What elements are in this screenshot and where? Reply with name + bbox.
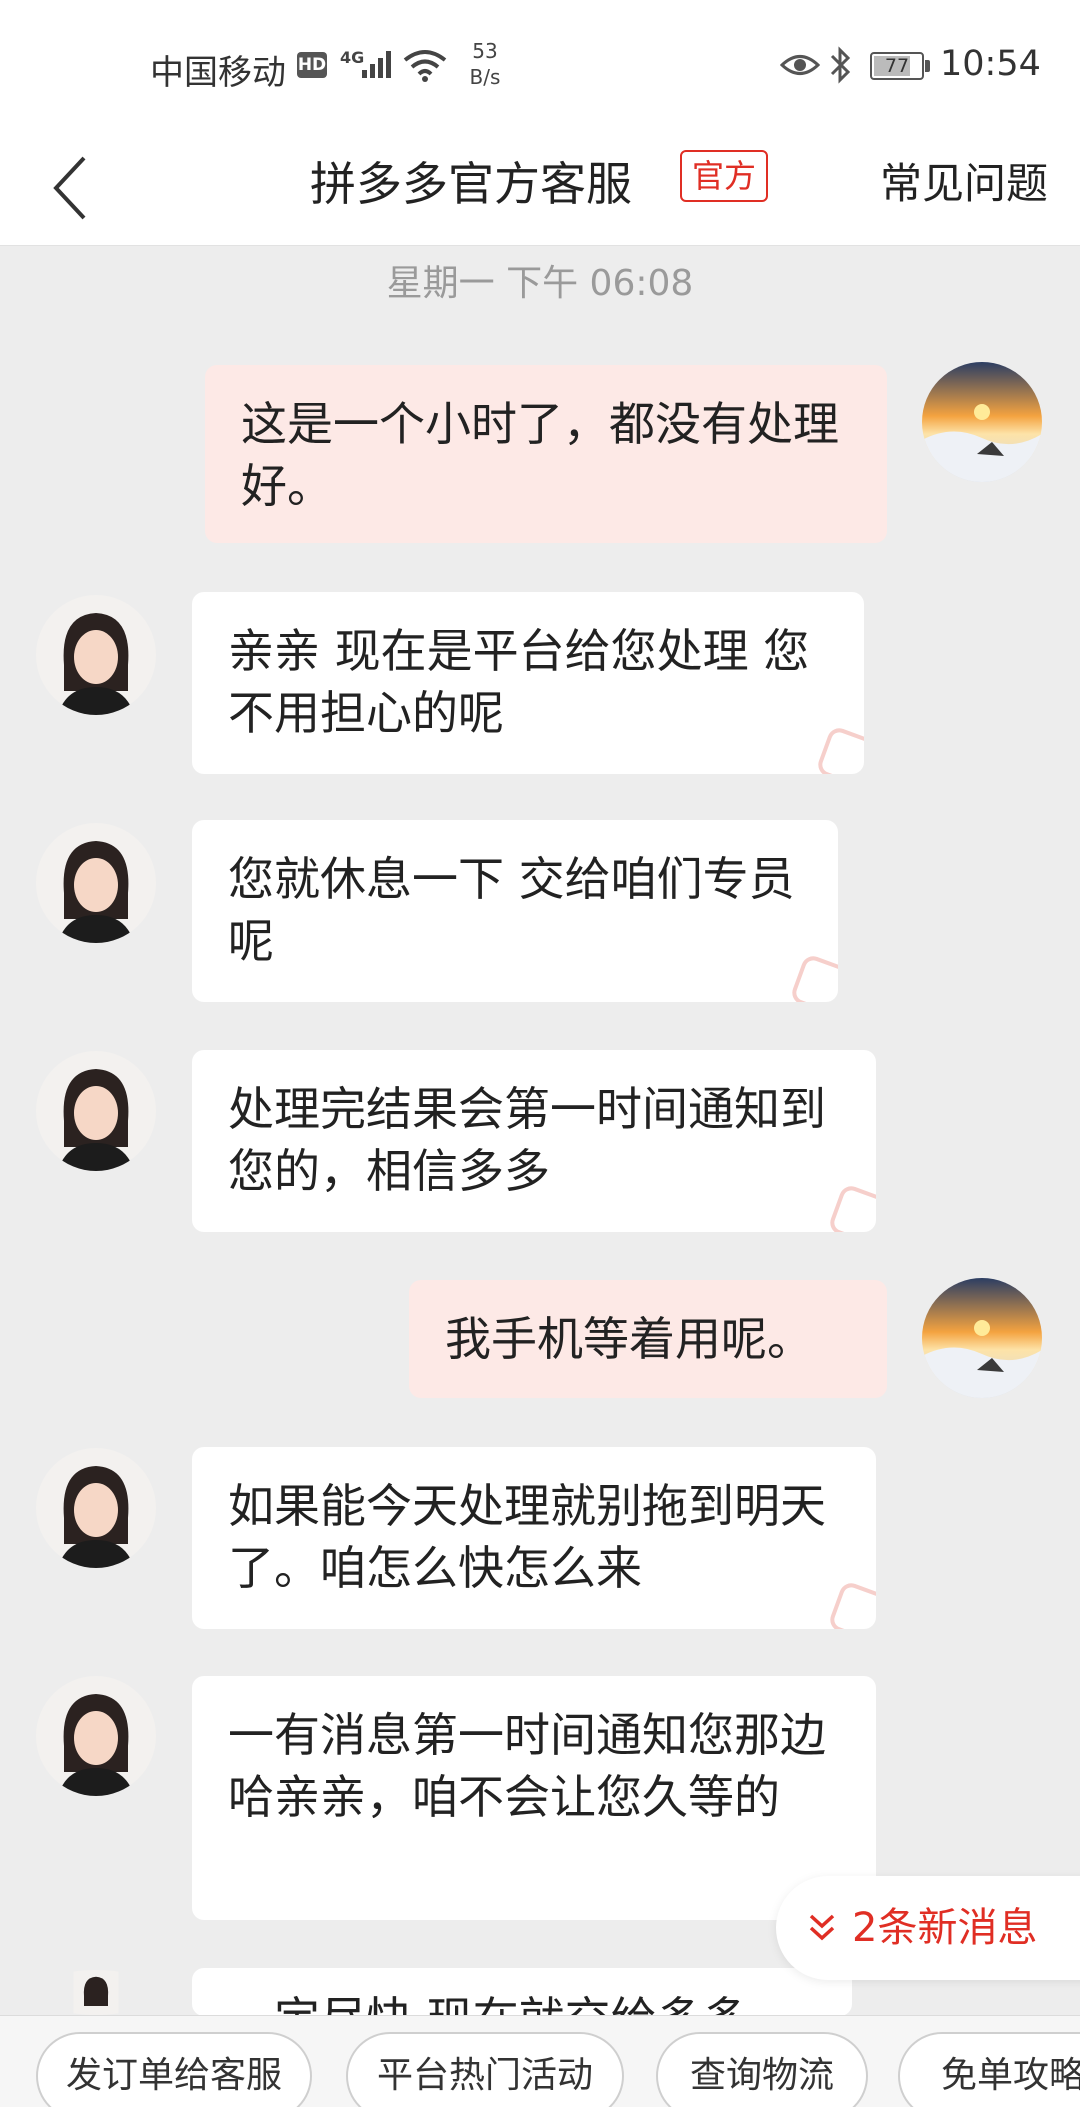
battery-tip xyxy=(925,60,930,72)
clock: 10:54 xyxy=(940,44,1041,84)
battery-icon: 77 xyxy=(870,52,924,80)
signal-icon xyxy=(362,51,391,78)
user-avatar[interactable] xyxy=(922,362,1042,482)
quick-action-send-order[interactable]: 发订单给客服 xyxy=(36,2032,312,2107)
agent-avatar[interactable] xyxy=(36,823,156,943)
network-speed: 53 B/s xyxy=(460,38,510,90)
agent-avatar[interactable] xyxy=(36,1051,156,1171)
incoming-message-bubble[interactable]: 亲亲 现在是平台给您处理 您不用担心的呢 xyxy=(192,592,864,774)
hd-badge: HD xyxy=(297,52,327,78)
agent-avatar[interactable] xyxy=(36,1676,156,1796)
pdd-watermark-icon xyxy=(830,1583,876,1629)
speed-value: 53 xyxy=(472,39,498,63)
quick-actions-bar: 发订单给客服 平台热门活动 查询物流 免单攻略 xyxy=(0,2015,1080,2107)
agent-avatar[interactable] xyxy=(36,1970,156,2015)
carrier-label: 中国移动 xyxy=(150,53,286,93)
outgoing-message-bubble[interactable]: 这是一个小时了，都没有处理好。 xyxy=(205,365,887,543)
message-text: 处理完结果会第一时间通知到您的，相信多多 xyxy=(228,1082,826,1198)
quick-action-free-order-guide[interactable]: 免单攻略 xyxy=(898,2032,1080,2107)
speed-unit: B/s xyxy=(469,65,501,89)
agent-avatar[interactable] xyxy=(36,595,156,715)
pdd-watermark-icon xyxy=(830,1186,876,1232)
incoming-message-bubble[interactable]: …定尽快 现在就交给多多 xyxy=(192,1968,852,2016)
page-title: 拼多多官方客服 xyxy=(310,157,632,211)
double-chevron-down-icon xyxy=(809,1914,835,1941)
outgoing-message-bubble[interactable]: 我手机等着用呢。 xyxy=(409,1280,887,1398)
status-bar: 中国移动 HD 4G 53 B/s 77 10:54 xyxy=(0,0,1080,130)
user-avatar[interactable] xyxy=(922,1278,1042,1398)
message-text: 您就休息一下 交给咱们专员呢 xyxy=(228,852,795,968)
chat-timestamp: 星期一 下午 06:08 xyxy=(386,263,694,304)
chevron-left-icon[interactable] xyxy=(40,152,100,224)
message-text: 亲亲 现在是平台给您处理 您不用担心的呢 xyxy=(228,624,810,740)
pdd-watermark-icon xyxy=(818,728,864,774)
incoming-message-bubble[interactable]: 处理完结果会第一时间通知到您的，相信多多 xyxy=(192,1050,876,1232)
wifi-icon xyxy=(403,50,447,82)
message-text: 一有消息第一时间通知您那边哈亲亲，咱不会让您久等的 xyxy=(228,1708,826,1824)
incoming-message-bubble[interactable]: 如果能今天处理就别拖到明天了。咱怎么快怎么来 xyxy=(192,1447,876,1629)
message-text: 这是一个小时了，都没有处理好。 xyxy=(241,397,839,513)
battery-percent: 77 xyxy=(884,55,910,77)
incoming-message-bubble[interactable]: 一有消息第一时间通知您那边哈亲亲，咱不会让您久等的 xyxy=(192,1676,876,1920)
chat-header: 拼多多官方客服 官方 常见问题 xyxy=(0,130,1080,246)
message-text: …定尽快 现在就交给多多 xyxy=(228,1992,749,2016)
bluetooth-icon xyxy=(830,46,851,84)
agent-avatar[interactable] xyxy=(36,1448,156,1568)
incoming-message-bubble[interactable]: 您就休息一下 交给咱们专员呢 xyxy=(192,820,838,1002)
message-text: 如果能今天处理就别拖到明天了。咱怎么快怎么来 xyxy=(228,1479,826,1595)
faq-button[interactable]: 常见问题 xyxy=(880,152,1048,216)
new-messages-label: 2条新消息 xyxy=(852,1905,1038,1951)
message-text: 我手机等着用呢。 xyxy=(445,1312,813,1366)
official-badge: 官方 xyxy=(680,150,769,202)
eye-icon xyxy=(780,55,820,75)
pdd-watermark-icon xyxy=(792,956,838,1002)
quick-action-track-logistics[interactable]: 查询物流 xyxy=(656,2032,868,2107)
new-messages-button[interactable]: 2条新消息 xyxy=(776,1876,1080,1980)
quick-action-hot-activities[interactable]: 平台热门活动 xyxy=(346,2032,624,2107)
